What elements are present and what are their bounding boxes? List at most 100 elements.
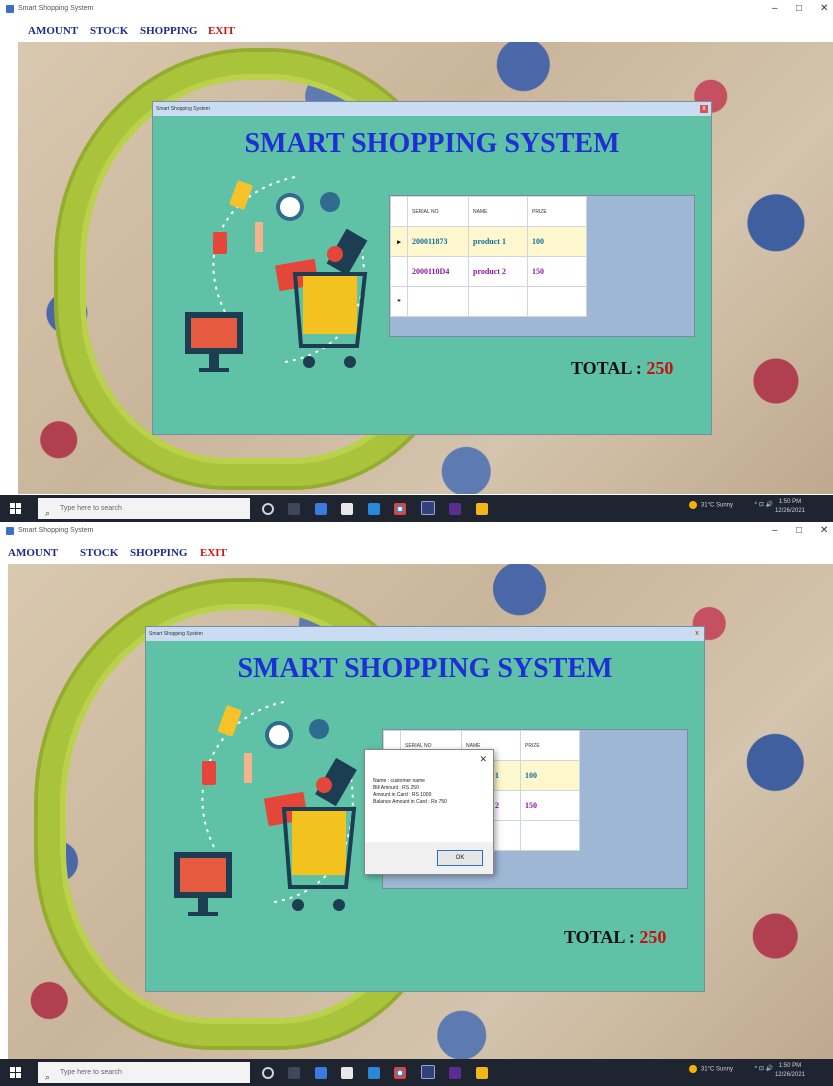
- dialog-footer: OK: [365, 842, 493, 874]
- system-tray[interactable]: ^ ⊡ 🔊: [754, 501, 773, 508]
- cell-prize[interactable]: 100: [527, 226, 587, 257]
- table-header-row: SERIAL NO NAME PRIZE: [390, 196, 587, 227]
- task-view-icon[interactable]: [288, 1067, 301, 1079]
- store-icon[interactable]: [341, 503, 354, 515]
- vs-icon[interactable]: [449, 503, 462, 515]
- cart-table: SERIAL NO NAME PRIZE ▸ 200011873 product…: [390, 196, 587, 317]
- menu-amount[interactable]: AMOUNT: [28, 25, 78, 37]
- system-tray[interactable]: ^ ⊡ 🔊: [754, 1065, 773, 1072]
- dialog-line-bill: Bill Amount : RS 250: [373, 785, 419, 791]
- app-close-button[interactable]: x: [700, 105, 708, 113]
- chrome-icon[interactable]: [394, 503, 407, 515]
- dialog-message: Name : customer name Bill Amount : RS 25…: [373, 778, 447, 806]
- search-placeholder: Type here to search: [60, 505, 122, 512]
- taskbar-apps: [262, 501, 498, 520]
- total-value: 250: [646, 358, 674, 378]
- weather-widget[interactable]: 31°C Sunny: [688, 501, 733, 509]
- cell-name[interactable]: product 2: [468, 256, 528, 287]
- table-row[interactable]: 2000110D4 product 2 150: [390, 256, 587, 287]
- app-icon-1[interactable]: [314, 1067, 327, 1079]
- app-icon-2[interactable]: [475, 1067, 488, 1079]
- store-icon[interactable]: [341, 1067, 354, 1079]
- menu-exit[interactable]: EXIT: [208, 25, 235, 37]
- total-label: TOTAL :: [564, 927, 635, 947]
- window-title: Smart Shopping System: [18, 5, 94, 12]
- total-display: TOTAL : 250: [571, 358, 673, 379]
- cell-serial[interactable]: 200011873: [407, 226, 469, 257]
- cell-serial[interactable]: 2000110D4: [407, 256, 469, 287]
- menu-bar: AMOUNT STOCK SHOPPING EXIT: [0, 540, 833, 564]
- taskbar-apps: [262, 1065, 498, 1084]
- app-window: Smart Shopping System x SMART SHOPPING S…: [152, 101, 712, 435]
- cart-grid[interactable]: SERIAL NO NAME PRIZE ▸ 200011873 product…: [389, 195, 695, 337]
- shopping-illustration-icon: [185, 176, 368, 372]
- maximize-button[interactable]: □: [796, 522, 802, 540]
- app-icon: [6, 527, 14, 535]
- close-button[interactable]: ✕: [820, 522, 828, 540]
- start-icon[interactable]: [10, 503, 21, 514]
- row-marker: [390, 256, 408, 287]
- taskbar: ⌕ Type here to search 31°C Sunny ^ ⊡ 🔊 1…: [0, 495, 833, 522]
- shopping-illustration-icon: [174, 701, 357, 916]
- photoshop-icon[interactable]: [420, 1065, 435, 1079]
- start-icon[interactable]: [10, 1067, 21, 1078]
- vs-icon[interactable]: [449, 1067, 462, 1079]
- app-title: Smart Shopping System: [156, 106, 210, 112]
- menu-stock[interactable]: STOCK: [90, 25, 128, 37]
- minimize-button[interactable]: –: [772, 0, 778, 18]
- table-row-new[interactable]: *: [390, 286, 587, 317]
- close-button[interactable]: ✕: [820, 0, 828, 18]
- menu-shopping[interactable]: SHOPPING: [130, 547, 187, 559]
- page-heading: SMART SHOPPING SYSTEM: [237, 653, 613, 684]
- clock[interactable]: 1:50 PM 12/26/2021: [775, 498, 805, 516]
- cortana-icon[interactable]: [262, 1067, 274, 1079]
- ok-button[interactable]: OK: [437, 850, 483, 866]
- search-placeholder: Type here to search: [60, 1069, 122, 1076]
- total-value: 250: [639, 927, 667, 947]
- chrome-icon[interactable]: [394, 1067, 407, 1079]
- photoshop-icon[interactable]: [420, 501, 435, 515]
- dialog-close-icon[interactable]: ✕: [479, 754, 487, 765]
- row-marker: ▸: [390, 226, 408, 257]
- window-titlebar: Smart Shopping System – □ ✕: [0, 0, 833, 18]
- menu-shopping[interactable]: SHOPPING: [140, 25, 197, 37]
- col-serial-no[interactable]: SERIAL NO: [407, 196, 469, 227]
- taskbar-search[interactable]: ⌕ Type here to search: [38, 498, 250, 519]
- app-titlebar: Smart Shopping System x: [146, 627, 704, 641]
- menu-exit[interactable]: EXIT: [200, 547, 227, 559]
- dialog-line-balance: Balance Amount in Card : Rs 750: [373, 799, 447, 805]
- app-title: Smart Shopping System: [149, 631, 203, 637]
- message-dialog: ✕ Name : customer name Bill Amount : RS …: [364, 749, 494, 875]
- col-prize[interactable]: PRIZE: [520, 730, 580, 761]
- app-close-button[interactable]: x: [693, 630, 701, 638]
- app-titlebar: Smart Shopping System x: [153, 102, 711, 116]
- cell-prize[interactable]: 150: [527, 256, 587, 287]
- row-marker: *: [390, 286, 408, 317]
- total-label: TOTAL :: [571, 358, 642, 378]
- taskbar: ⌕ Type here to search 31°C Sunny ^ ⊡ 🔊 1…: [0, 1059, 833, 1086]
- menu-bar: AMOUNT STOCK SHOPPING EXIT: [0, 18, 833, 42]
- clock[interactable]: 1:50 PM 12/26/2021: [775, 1062, 805, 1080]
- app-icon-1[interactable]: [314, 503, 327, 515]
- minimize-button[interactable]: –: [772, 522, 778, 540]
- mail-icon[interactable]: [367, 503, 380, 515]
- task-view-icon[interactable]: [288, 503, 301, 515]
- app-window: Smart Shopping System x SMART SHOPPING S…: [145, 626, 705, 992]
- mail-icon[interactable]: [367, 1067, 380, 1079]
- menu-amount[interactable]: AMOUNT: [8, 547, 58, 559]
- maximize-button[interactable]: □: [796, 0, 802, 18]
- cell-name[interactable]: product 1: [468, 226, 528, 257]
- col-name[interactable]: NAME: [468, 196, 528, 227]
- taskbar-search[interactable]: ⌕ Type here to search: [38, 1062, 250, 1083]
- col-prize[interactable]: PRIZE: [527, 196, 587, 227]
- search-icon: ⌕: [45, 1072, 51, 1082]
- sun-icon: [688, 501, 697, 509]
- app-icon-2[interactable]: [475, 503, 488, 515]
- window-titlebar: Smart Shopping System – □ ✕: [0, 522, 833, 540]
- cortana-icon[interactable]: [262, 503, 274, 515]
- table-row[interactable]: ▸ 200011873 product 1 100: [390, 226, 587, 257]
- weather-widget[interactable]: 31°C Sunny: [688, 1065, 733, 1073]
- screenshot-bottom: Smart Shopping System – □ ✕ AMOUNT STOCK…: [0, 522, 833, 1086]
- search-icon: ⌕: [45, 508, 51, 518]
- menu-stock[interactable]: STOCK: [80, 547, 118, 559]
